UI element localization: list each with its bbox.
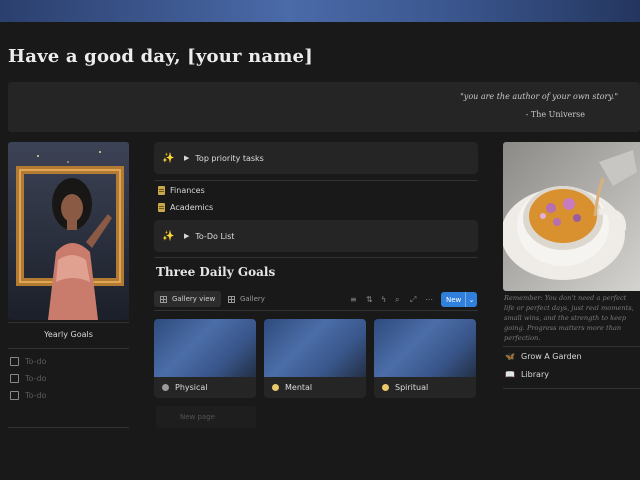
card-cover (154, 319, 256, 377)
tab-label: Gallery (240, 295, 265, 303)
todo-item[interactable]: To-do (10, 357, 46, 366)
tab-gallery[interactable]: Gallery (222, 291, 271, 307)
divider (154, 310, 478, 311)
card-title: Physical (175, 383, 208, 392)
todo-label: To-do (25, 391, 47, 400)
gallery-card[interactable]: Spiritual (374, 319, 476, 398)
page-cover (0, 0, 640, 22)
section-heading: Three Daily Goals (156, 265, 276, 279)
search-icon[interactable]: ⌕ (395, 295, 399, 305)
divider (503, 346, 640, 347)
filter-icon[interactable]: ≡ (350, 295, 357, 304)
butterfly-icon: 🦋 (505, 352, 515, 361)
divider (8, 348, 129, 349)
expand-icon[interactable]: ⤢ (410, 295, 416, 305)
page-link-finances[interactable]: Finances (158, 186, 205, 195)
divider (503, 388, 640, 389)
new-button[interactable]: New ⌄ (441, 292, 477, 307)
tab-label: Gallery view (172, 295, 216, 303)
more-icon[interactable]: ⋯ (425, 295, 433, 304)
reminder-text: Remember: You don't need a perfect life … (504, 294, 634, 342)
quote-callout (8, 82, 640, 132)
divider (154, 257, 478, 258)
checkbox[interactable] (10, 391, 19, 400)
yearly-goals-caption[interactable]: Yearly Goals (8, 330, 129, 339)
gallery-card[interactable]: Physical (154, 319, 256, 398)
divider (154, 180, 478, 181)
status-dot-icon (272, 384, 279, 391)
gallery-icon (228, 295, 235, 303)
book-icon: 📖 (505, 370, 515, 379)
gallery-icon (160, 295, 167, 303)
toggle-triangle-icon[interactable]: ▶ (184, 154, 189, 162)
page-icon (158, 203, 165, 212)
tea-cup-photo (503, 142, 640, 291)
todo-item[interactable]: To-do (10, 391, 46, 400)
woman-frame-illustration (8, 142, 129, 320)
toggle-todo-list[interactable]: ✨ ▶ To-Do List (154, 220, 478, 252)
card-title: Spiritual (395, 383, 429, 392)
status-dot-icon (382, 384, 389, 391)
toggle-label: To-Do List (195, 231, 235, 241)
divider (8, 322, 129, 323)
todo-label: To-do (25, 357, 47, 366)
page-link-label: Academics (170, 203, 214, 212)
card-title: Mental (285, 383, 313, 392)
page-icon (158, 186, 165, 195)
sort-icon[interactable]: ⇅ (366, 295, 373, 304)
new-page-button[interactable]: New page (156, 406, 256, 428)
gallery-card[interactable]: Mental (264, 319, 366, 398)
page-link-label: Finances (170, 186, 205, 195)
automation-icon[interactable]: ϟ (381, 295, 386, 304)
chevron-down-icon[interactable]: ⌄ (465, 292, 477, 307)
divider (8, 427, 129, 428)
new-page-label: New page (180, 413, 215, 421)
page-link-label: Library (521, 370, 549, 379)
toggle-top-priority[interactable]: ✨ ▶ Top priority tasks (154, 142, 478, 174)
sparkles-icon: ✨ (162, 230, 175, 242)
new-button-label: New (446, 295, 462, 304)
card-cover (264, 319, 366, 377)
page-link-academics[interactable]: Academics (158, 203, 213, 212)
tab-gallery-view[interactable]: Gallery view (154, 291, 222, 307)
sparkles-icon: ✨ (162, 152, 175, 164)
todo-item[interactable]: To-do (10, 374, 46, 383)
page-link-grow-a-garden[interactable]: 🦋 Grow A Garden (505, 352, 582, 361)
status-dot-icon (162, 384, 169, 391)
page-link-library[interactable]: 📖 Library (505, 370, 549, 379)
page-title: Have a good day, [your name] (8, 46, 313, 67)
checkbox[interactable] (10, 374, 19, 383)
quote-text: "you are the author of your own story." (460, 92, 618, 101)
page-link-label: Grow A Garden (521, 352, 582, 361)
checkbox[interactable] (10, 357, 19, 366)
card-cover (374, 319, 476, 377)
todo-label: To-do (25, 374, 47, 383)
quote-author: - The Universe (525, 110, 585, 119)
toggle-label: Top priority tasks (195, 153, 264, 163)
toggle-triangle-icon[interactable]: ▶ (184, 232, 189, 240)
